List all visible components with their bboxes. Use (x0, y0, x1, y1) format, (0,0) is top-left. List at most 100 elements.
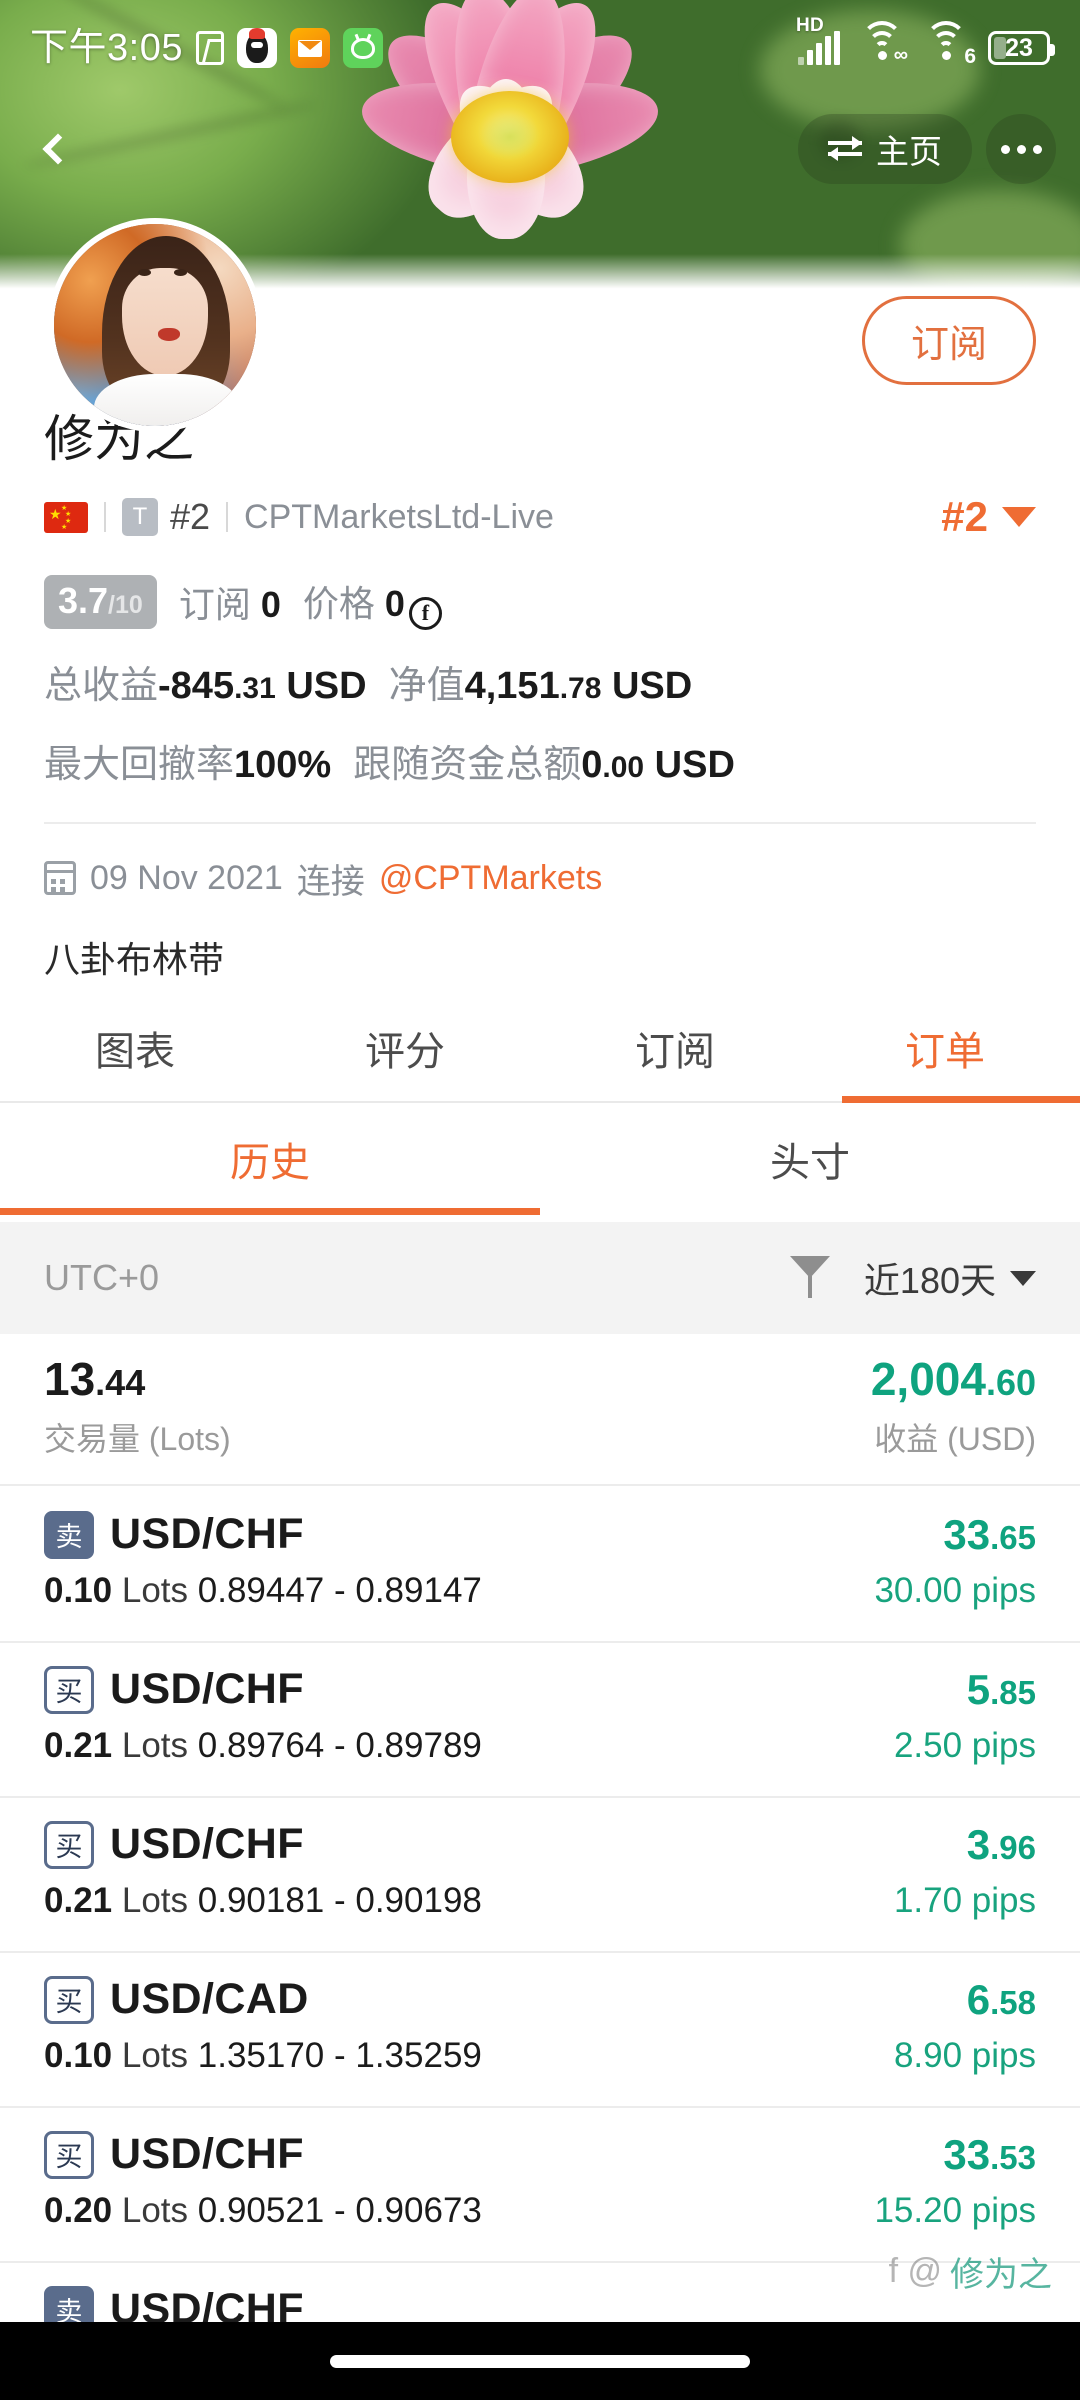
trade-pips: 2.50 pips (893, 1726, 1036, 1765)
trade-lots: 0.20 (44, 2191, 113, 2230)
equity-unit: USD (611, 664, 693, 707)
chevron-down-icon (1010, 1270, 1036, 1286)
chevron-down-icon (1002, 507, 1036, 527)
avatar[interactable] (48, 218, 262, 432)
trade-profit: 33 (943, 2130, 991, 2178)
trade-pips: 15.20 pips (874, 2191, 1036, 2230)
subscribers-label: 订阅 (178, 584, 251, 626)
profile-meta-row: ★ ★ ★ ★ ★ T #2 CPTMarketsLtd-Live #2 (44, 493, 1036, 541)
subscribers-stat: 订阅 0 (179, 576, 281, 628)
wifi6-icon: 6 (924, 21, 976, 67)
home-button[interactable]: 主页 (798, 114, 972, 184)
more-options-button[interactable] (986, 114, 1056, 184)
rank-selector[interactable]: #2 (941, 493, 1036, 541)
app-screen: 下午3:05 HD ∞ 6 23 主页 订阅 修为之 ★ ★ ★ ★ ★ T #… (0, 0, 1080, 2400)
score-row: 3.7 /10 订阅 0 价格 0f (44, 575, 1036, 630)
volume-label: 交易量 (Lots) (44, 1421, 231, 1457)
broker-name: CPTMarketsLtd-Live (244, 497, 554, 536)
symbol: USD/CHF (110, 1665, 304, 1713)
trade-profit-decimal: .53 (990, 2138, 1036, 2176)
trade-pips: 1.70 pips (893, 1881, 1036, 1920)
divider (44, 821, 1036, 824)
table-row[interactable]: 买 USD/CHF 5.85 0.21 Lots 0.89764 - 0.897… (0, 1643, 1080, 1798)
timezone-label: UTC+0 (44, 1257, 160, 1298)
mail-app-icon (289, 28, 330, 68)
trade-list: 卖 USD/CHF 33.65 0.10 Lots 0.89447 - 0.89… (0, 1488, 1080, 2400)
symbol: USD/CHF (110, 1510, 304, 1558)
table-row[interactable]: 卖 USD/CHF 33.65 0.10 Lots 0.89447 - 0.89… (0, 1488, 1080, 1643)
equity-decimal: .78 (559, 671, 602, 705)
price-label: 价格 (302, 583, 375, 624)
symbol: USD/CHF (110, 1820, 304, 1868)
volume-summary: 13.44 交易量 (Lots) (44, 1352, 231, 1484)
connect-handle-link[interactable]: @CPTMarkets (379, 859, 602, 898)
tab-subscriptions[interactable]: 订阅 (540, 995, 810, 1101)
side-badge: 买 (44, 2130, 94, 2179)
subscribe-button[interactable]: 订阅 (861, 296, 1036, 385)
swap-arrows-icon (828, 136, 862, 161)
more-dots-icon (1000, 144, 1010, 154)
lots-label: Lots (121, 2191, 189, 2230)
table-row[interactable]: 买 USD/CAD 6.58 0.10 Lots 1.35170 - 1.352… (0, 1953, 1080, 2108)
qq-app-icon (236, 28, 277, 68)
green-face-app-icon (342, 28, 383, 68)
tab-orders[interactable]: 订单 (810, 995, 1080, 1103)
home-gesture-pill[interactable] (330, 2354, 750, 2368)
rank-inline: #2 (170, 496, 211, 537)
rank-value: #2 (941, 493, 988, 540)
cn-flag-icon: ★ ★ ★ ★ ★ (44, 501, 88, 533)
date-range-selector[interactable]: 近180天 (864, 1252, 1036, 1304)
connect-label: 连接 (296, 862, 365, 901)
follow-funds-label: 跟随资金总额 (353, 743, 582, 786)
volume-value: 13 (44, 1353, 96, 1405)
score-max: /10 (108, 591, 143, 620)
type-badge: T (122, 498, 158, 536)
battery-icon: 23 (988, 31, 1055, 65)
tab-rating[interactable]: 评分 (270, 995, 540, 1101)
side-badge: 买 (44, 1975, 94, 2024)
symbol: USD/CHF (110, 2130, 304, 2178)
trade-lots: 0.21 (44, 1881, 113, 1920)
total-profit-label: 总收益 (44, 664, 159, 707)
tab-history[interactable]: 历史 (0, 1103, 540, 1215)
tab-positions[interactable]: 头寸 (540, 1103, 1080, 1215)
side-badge: 买 (44, 1820, 94, 1869)
chevron-left-icon (42, 133, 74, 165)
profile-description: 八卦布林带 (44, 938, 225, 980)
currency-coin-icon: f (408, 596, 442, 630)
price-stat: 价格 0f (303, 575, 442, 630)
trade-profit: 6 (966, 1975, 991, 2023)
cellular-signal-icon: HD (796, 15, 840, 65)
calendar-icon (44, 861, 76, 895)
table-row[interactable]: 买 USD/CHF 3.96 0.21 Lots 0.90181 - 0.901… (0, 1798, 1080, 1953)
trade-prices: 0.89447 - 0.89147 (197, 1571, 482, 1610)
total-profit-unit: USD (286, 664, 367, 707)
drawdown-value: 100% (234, 743, 332, 786)
lots-label: Lots (121, 1726, 189, 1765)
profit-summary: 2,004.60 收益 (USD) (871, 1352, 1036, 1484)
battery-percent: 23 (1005, 34, 1033, 62)
back-button[interactable] (24, 118, 86, 180)
trade-profit-decimal: .96 (990, 1828, 1036, 1866)
tab-charts[interactable]: 图表 (0, 995, 270, 1101)
equity-value: 4,151 (464, 664, 560, 707)
lots-label: Lots (121, 1881, 189, 1920)
total-profit-value: -845 (158, 664, 235, 707)
status-bar-clock: 下午3:05 (30, 27, 183, 69)
trade-profit-decimal: .85 (990, 1673, 1036, 1711)
symbol: USD/CAD (110, 1975, 309, 2023)
filter-bar: UTC+0 近180天 (0, 1222, 1080, 1334)
trade-prices: 0.89764 - 0.89789 (197, 1726, 482, 1765)
follow-funds-decimal: .00 (602, 750, 645, 784)
table-row[interactable]: 买 USD/CHF 33.53 0.20 Lots 0.90521 - 0.90… (0, 2108, 1080, 2263)
date-range-label: 近180天 (863, 1260, 996, 1301)
trade-pips: 8.90 pips (893, 2036, 1036, 2075)
profit-equity-row: 总收益-845.31 USD 净值4,151.78 USD (44, 654, 1036, 709)
funnel-icon[interactable] (789, 1256, 830, 1300)
lots-label: Lots (121, 2036, 189, 2075)
total-profit-decimal: .31 (234, 671, 276, 705)
subscribers-value: 0 (260, 584, 281, 626)
hd-label: HD (796, 15, 825, 36)
drawdown-funds-row: 最大回撤率100% 跟随资金总额0.00 USD (44, 733, 1036, 788)
profit-value: 2,004 (870, 1353, 986, 1405)
